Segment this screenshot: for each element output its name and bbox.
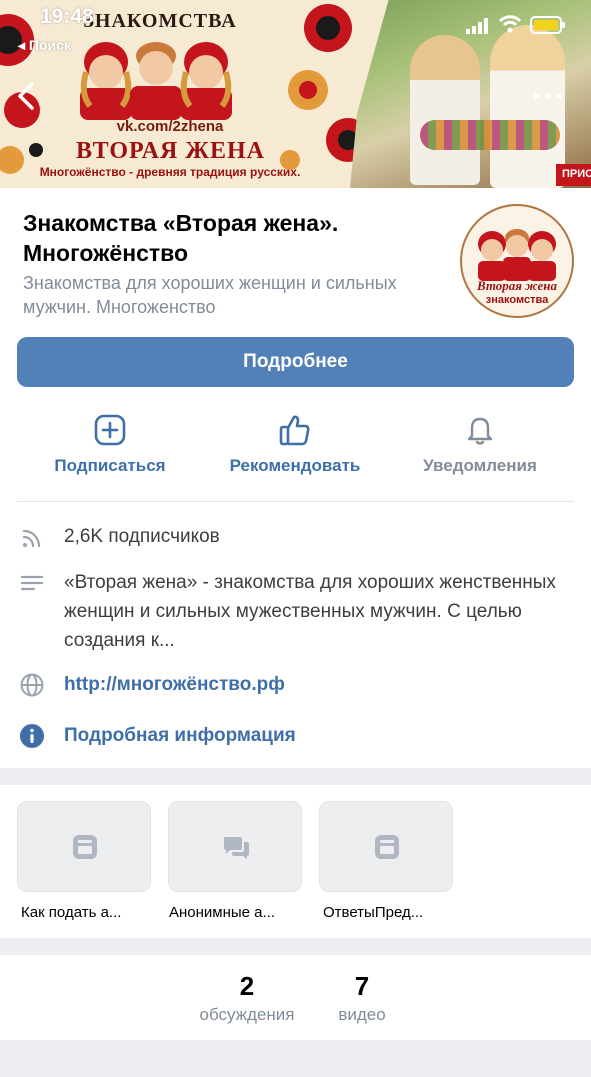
plus-square-icon [94,414,126,446]
section-divider [0,768,591,785]
back-to-app-link[interactable]: ◂ Поиск [18,37,71,54]
cover-title: ВТОРАЯ ЖЕНА [75,138,266,164]
subscribe-label: Подписаться [54,456,166,475]
followers-count[interactable]: 2,6K подписчиков [64,522,569,551]
cellular-signal-icon [466,18,488,34]
group-description[interactable]: «Вторая жена» - знакомства для хороших ж… [64,568,569,655]
cover-kids-illustration [80,42,232,120]
article-tile[interactable] [17,801,151,892]
notifications-action[interactable]: Уведомления [390,412,570,476]
article-icon [73,835,97,859]
more-menu-icon[interactable] [532,88,564,104]
group-avatar[interactable]: Вторая жена знакомства [460,204,574,318]
discussion-tile[interactable] [168,801,302,892]
group-title: Знакомства «Вторая жена». Многожёнство [23,210,339,266]
tile-label: Анонимные а... [169,904,276,921]
more-info-button[interactable]: Подробнее [17,337,574,387]
status-time: 19:48 [40,5,94,28]
divider [17,501,574,502]
counter-value: 2 [239,971,255,1001]
group-status: Знакомства для хороших женщин и сильных … [23,273,397,317]
videos-counter[interactable]: 7 видео [322,971,402,1025]
wifi-icon [498,15,522,33]
chat-icon [224,837,249,859]
article-tile[interactable] [319,801,453,892]
counter-caption: обсуждения [199,1005,295,1024]
recommend-label: Рекомендовать [229,456,361,475]
info-icon [20,724,44,748]
back-chevron-icon[interactable] [12,78,42,114]
rss-followers-icon [22,529,41,548]
description-lines-icon [20,575,44,591]
article-icon [375,835,399,859]
counter-value: 7 [354,971,370,1001]
tile-label: ОтветыПред... [323,904,424,921]
bell-icon [467,417,493,445]
tile-label: Как подать а... [21,904,122,921]
section-divider [0,1040,591,1077]
avatar-label: знакомства [485,294,549,306]
counter-caption: видео [338,1005,386,1024]
thumbs-up-icon [279,415,310,446]
avatar-kids-illustration [478,229,556,281]
cover-promo-badge[interactable]: ПРИС [556,164,591,186]
globe-icon [20,673,44,697]
section-divider [0,938,591,955]
cover-vk-url: vk.com/2zhena [116,118,224,135]
status-bar: 19:48 ◂ Поиск [0,0,591,53]
website-link[interactable]: http://многожёнство.рф [64,670,569,699]
details-link[interactable]: Подробная информация [64,721,569,750]
discussions-counter[interactable]: 2 обсуждения [184,971,310,1025]
avatar-title: Вторая жена [477,278,557,293]
recommend-action[interactable]: Рекомендовать [205,412,385,476]
subscribe-action[interactable]: Подписаться [20,412,200,476]
battery-icon [530,16,565,34]
notifications-label: Уведомления [423,456,537,475]
